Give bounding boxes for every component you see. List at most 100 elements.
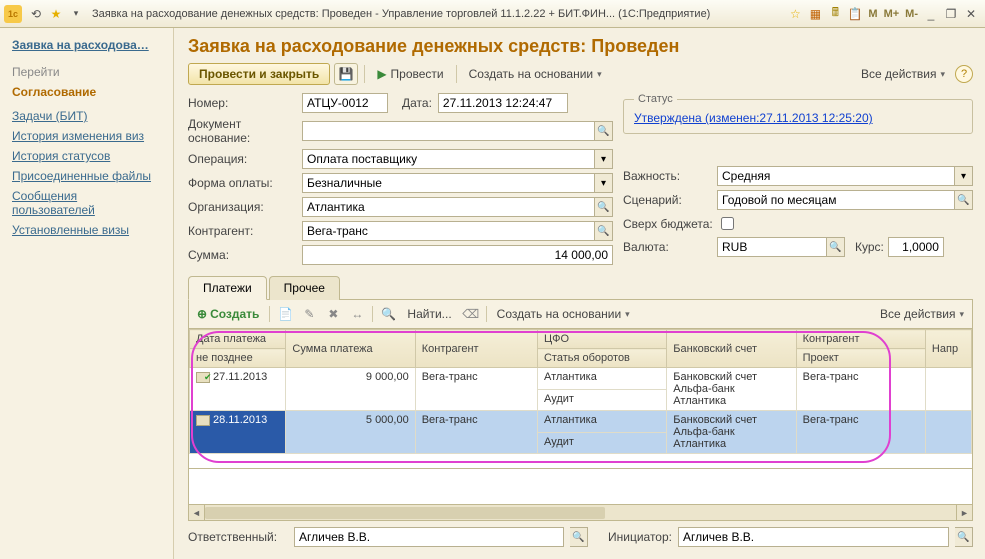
grid-all-actions-button[interactable]: Все действия▾: [874, 304, 970, 324]
org-input[interactable]: [302, 197, 595, 217]
scroll-right-icon[interactable]: ►: [956, 505, 972, 521]
col-dir[interactable]: Напр: [925, 330, 971, 368]
grid-copy-icon[interactable]: 📄: [274, 304, 296, 324]
operation-input[interactable]: [302, 149, 595, 169]
sidebar-link-status-history[interactable]: История статусов: [0, 146, 173, 166]
window-title: Заявка на расходование денежных средств:…: [92, 8, 785, 20]
col-date2[interactable]: не позднее: [190, 349, 286, 368]
scenario-select-icon[interactable]: 🔍: [955, 190, 973, 210]
sidebar-link-messages[interactable]: Сообщения пользователей: [0, 186, 173, 220]
initiator-input[interactable]: [678, 527, 949, 547]
col-counter[interactable]: Контрагент: [415, 330, 537, 368]
scenario-input[interactable]: [717, 190, 955, 210]
grid-toolbar: ⊕Создать 📄 ✎ ✖ ↔ 🔍 Найти... ⌫ Создать на…: [188, 300, 973, 329]
grid-find-button[interactable]: Найти...: [401, 304, 457, 324]
cell-counter2: Вега-транс: [796, 368, 925, 411]
favorite-icon[interactable]: ★: [48, 6, 64, 22]
tab-other[interactable]: Прочее: [269, 276, 340, 300]
sidebar-approval[interactable]: Согласование: [0, 82, 173, 102]
operation-dd-icon[interactable]: ▾: [595, 149, 613, 169]
payform-dd-icon[interactable]: ▾: [595, 173, 613, 193]
grid-create-based-label: Создать на основании: [497, 307, 622, 321]
back-icon[interactable]: ⟲: [28, 6, 44, 22]
bottom-row: Ответственный: 🔍 Инициатор: 🔍: [188, 527, 973, 547]
org-select-icon[interactable]: 🔍: [595, 197, 613, 217]
minimize-icon[interactable]: _: [923, 6, 939, 22]
currency-select-icon[interactable]: 🔍: [827, 237, 845, 257]
cell-bank: Банковский счет Альфа-банк Атлантика: [667, 411, 796, 454]
sidebar-go-label: Перейти: [0, 62, 173, 82]
grid-hscroll[interactable]: ◄ ►: [188, 505, 973, 521]
overbudget-checkbox[interactable]: [721, 217, 734, 230]
grid-icon[interactable]: ▦: [807, 6, 823, 22]
counter-select-icon[interactable]: 🔍: [595, 221, 613, 241]
post-button-label: Провести: [391, 67, 444, 81]
save-icon[interactable]: 💾: [334, 63, 358, 85]
memory-mplus-button[interactable]: M+: [881, 8, 903, 20]
col-bank[interactable]: Банковский счет: [667, 330, 796, 368]
star2-icon[interactable]: ☆: [787, 6, 803, 22]
memory-m-button[interactable]: M: [865, 8, 880, 20]
help-icon[interactable]: ?: [955, 65, 973, 83]
cell-date: 27.11.2013: [213, 371, 267, 383]
dropdown-icon[interactable]: ▾: [68, 6, 84, 22]
responsible-input[interactable]: [294, 527, 564, 547]
close-icon[interactable]: ✕: [963, 6, 979, 22]
basis-select-icon[interactable]: 🔍: [595, 121, 613, 141]
status-link[interactable]: Утверждена (изменен:27.11.2013 12:25:20): [634, 111, 873, 125]
grid-create-based-button[interactable]: Создать на основании▾: [491, 304, 636, 324]
date-input[interactable]: [438, 93, 568, 113]
create-based-button[interactable]: Создать на основании▾: [463, 64, 608, 84]
calendar-icon[interactable]: 📋: [847, 6, 863, 22]
memory-mminus-button[interactable]: M-: [902, 8, 921, 20]
create-based-label: Создать на основании: [469, 67, 594, 81]
rate-input[interactable]: [888, 237, 944, 257]
importance-input[interactable]: [717, 166, 955, 186]
sidebar-link-visa-history[interactable]: История изменения виз: [0, 126, 173, 146]
date-label: Дата:: [402, 96, 432, 110]
col-date[interactable]: Дата платежа: [190, 330, 286, 349]
importance-dd-icon[interactable]: ▾: [955, 166, 973, 186]
org-label: Организация:: [188, 200, 302, 214]
sidebar-link-attached[interactable]: Присоединенные файлы: [0, 166, 173, 186]
row-status-icon: [196, 372, 210, 383]
all-actions-button[interactable]: Все действия▾: [855, 64, 951, 84]
number-input[interactable]: [302, 93, 388, 113]
grid-expand-icon[interactable]: ↔: [346, 304, 368, 324]
currency-input[interactable]: [717, 237, 827, 257]
counter-input[interactable]: [302, 221, 595, 241]
scroll-left-icon[interactable]: ◄: [189, 505, 205, 521]
basis-input[interactable]: [302, 121, 595, 141]
post-button[interactable]: ▶Провести: [371, 64, 449, 84]
sidebar-doc-link[interactable]: Заявка на расходова…: [0, 34, 173, 56]
sidebar-link-visas[interactable]: Установленные визы: [0, 220, 173, 240]
payments-table[interactable]: Дата платежа Сумма платежа Контрагент ЦФ…: [189, 329, 972, 454]
col-article[interactable]: Статья оборотов: [537, 349, 666, 368]
sidebar-link-tasks[interactable]: Задачи (БИТ): [0, 106, 173, 126]
payform-input[interactable]: [302, 173, 595, 193]
sum-input[interactable]: [302, 245, 613, 265]
grid-edit-icon[interactable]: ✎: [298, 304, 320, 324]
grid-clear-search-icon[interactable]: ⌫: [460, 304, 482, 324]
calc-icon[interactable]: 🖩: [827, 6, 843, 22]
grid-delete-icon[interactable]: ✖: [322, 304, 344, 324]
main-toolbar: Провести и закрыть 💾 ▶Провести Создать н…: [188, 63, 973, 85]
grid-create-button[interactable]: ⊕Создать: [191, 305, 265, 323]
table-row[interactable]: 27.11.2013 9 000,00 Вега-транс Атлантика…: [190, 368, 972, 390]
post-and-close-button[interactable]: Провести и закрыть: [188, 63, 330, 85]
restore-icon[interactable]: ❐: [943, 6, 959, 22]
grid-search-icon[interactable]: 🔍: [377, 304, 399, 324]
cell-counter: Вега-транс: [415, 368, 537, 411]
scroll-thumb[interactable]: [205, 507, 605, 519]
table-row-selected[interactable]: 28.11.2013 5 000,00 Вега-транс Атлантика…: [190, 411, 972, 433]
col-counter2[interactable]: Контрагент: [796, 330, 925, 349]
col-project[interactable]: Проект: [796, 349, 925, 368]
responsible-select-icon[interactable]: 🔍: [570, 527, 588, 547]
col-sum[interactable]: Сумма платежа: [286, 330, 415, 368]
tab-payments[interactable]: Платежи: [188, 276, 267, 300]
row-status-icon: [196, 415, 210, 426]
cell-date: 28.11.2013: [213, 414, 267, 426]
basis-label: Документ основание:: [188, 117, 302, 145]
initiator-select-icon[interactable]: 🔍: [955, 527, 973, 547]
col-cfo[interactable]: ЦФО: [537, 330, 666, 349]
